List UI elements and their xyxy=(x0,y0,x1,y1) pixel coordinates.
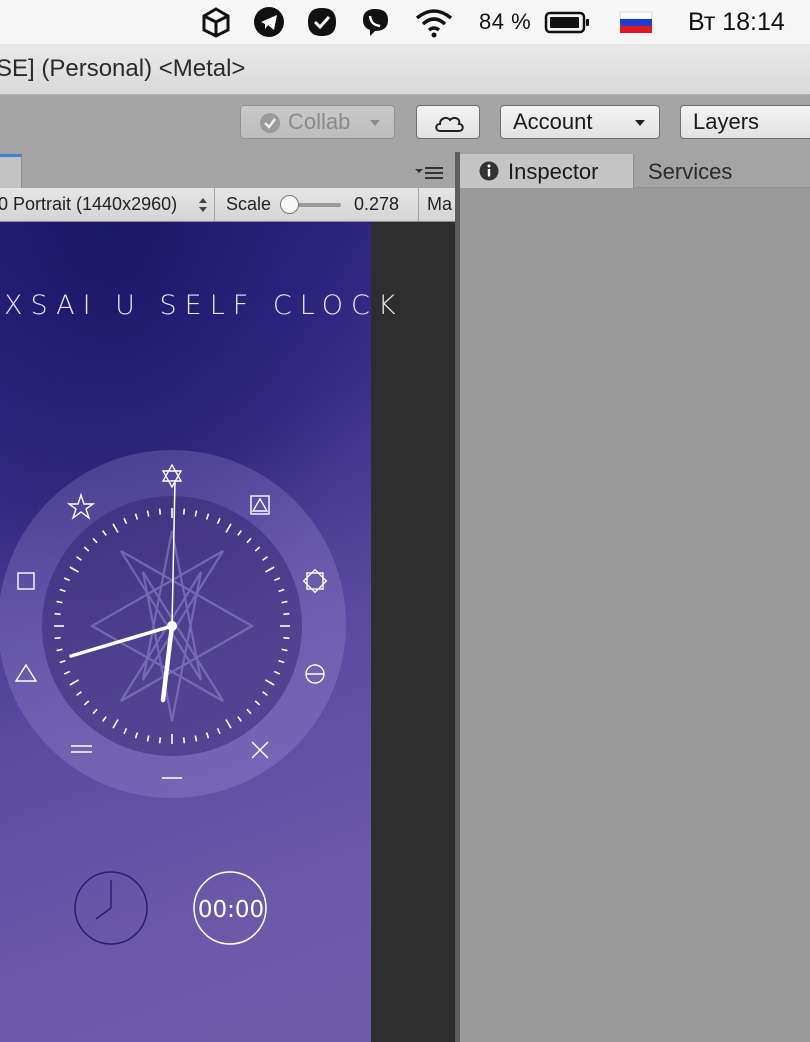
tick-mark xyxy=(283,612,290,616)
telegram-icon[interactable] xyxy=(253,6,285,38)
resolution-dropdown[interactable]: 0 Portrait (1440x2960) xyxy=(0,194,177,215)
menu-bar: 84 % Вт 18:14 xyxy=(0,0,810,44)
tick-mark xyxy=(283,636,290,640)
game-view-controls: 0 Portrait (1440x2960) Scale 0.278 Ma xyxy=(0,188,455,222)
tick-mark xyxy=(158,508,162,515)
chevron-down-icon xyxy=(635,120,645,126)
clock-center xyxy=(167,621,177,631)
tick-mark xyxy=(182,508,186,515)
viber-icon[interactable] xyxy=(359,6,391,38)
wifi-icon[interactable] xyxy=(414,6,454,38)
account-label: Account xyxy=(513,109,593,134)
timer-label: 00:00 xyxy=(198,897,264,923)
tick-mark xyxy=(158,737,162,744)
game-view-tab-bar xyxy=(0,152,455,188)
updown-arrows-icon xyxy=(199,198,207,212)
russian-flag-icon[interactable] xyxy=(619,6,653,38)
tick-mark xyxy=(54,636,61,640)
scale-slider-thumb[interactable] xyxy=(280,195,299,214)
maximize-on-play-toggle[interactable]: Ma xyxy=(427,194,452,215)
account-dropdown[interactable]: Account xyxy=(500,105,660,139)
layers-label: Layers xyxy=(693,109,760,134)
window-title: SE] (Personal) <Metal> xyxy=(0,55,246,82)
tab-inspector-label: Inspector xyxy=(508,159,599,184)
separator xyxy=(418,188,419,221)
unity-icon[interactable] xyxy=(200,6,232,38)
cloud-button[interactable] xyxy=(416,105,480,139)
tick-mark xyxy=(182,737,186,744)
window-title-bar[interactable]: SE] (Personal) <Metal> xyxy=(0,44,810,95)
tab-services[interactable]: Services xyxy=(648,159,732,185)
separator xyxy=(214,188,215,221)
menu-bar-clock[interactable]: Вт 18:14 xyxy=(688,8,785,37)
battery-percentage: 84 % xyxy=(479,9,532,34)
info-icon xyxy=(479,161,499,181)
collab-check-icon xyxy=(260,113,280,133)
battery-icon[interactable] xyxy=(544,6,592,38)
analog-clock-button[interactable] xyxy=(74,871,148,945)
collab-button[interactable]: Collab xyxy=(240,105,395,139)
scale-value: 0.278 xyxy=(354,194,400,214)
timer-button[interactable]: 00:00 xyxy=(193,871,267,945)
checkmark-icon[interactable] xyxy=(306,6,338,38)
panel-menu-icon[interactable] xyxy=(414,164,444,180)
tick-mark xyxy=(54,612,61,616)
chevron-down-icon xyxy=(370,120,380,126)
collab-label: Collab xyxy=(288,109,351,134)
clock-face: 00:00 xyxy=(0,450,346,945)
scale-label: Scale xyxy=(226,194,272,214)
editor-toolbar: Collab Account Layers xyxy=(0,95,810,152)
cloud-icon xyxy=(435,116,464,132)
tab-game[interactable] xyxy=(0,154,22,188)
inspector-body xyxy=(460,188,810,1042)
layers-dropdown[interactable]: Layers xyxy=(680,105,810,139)
